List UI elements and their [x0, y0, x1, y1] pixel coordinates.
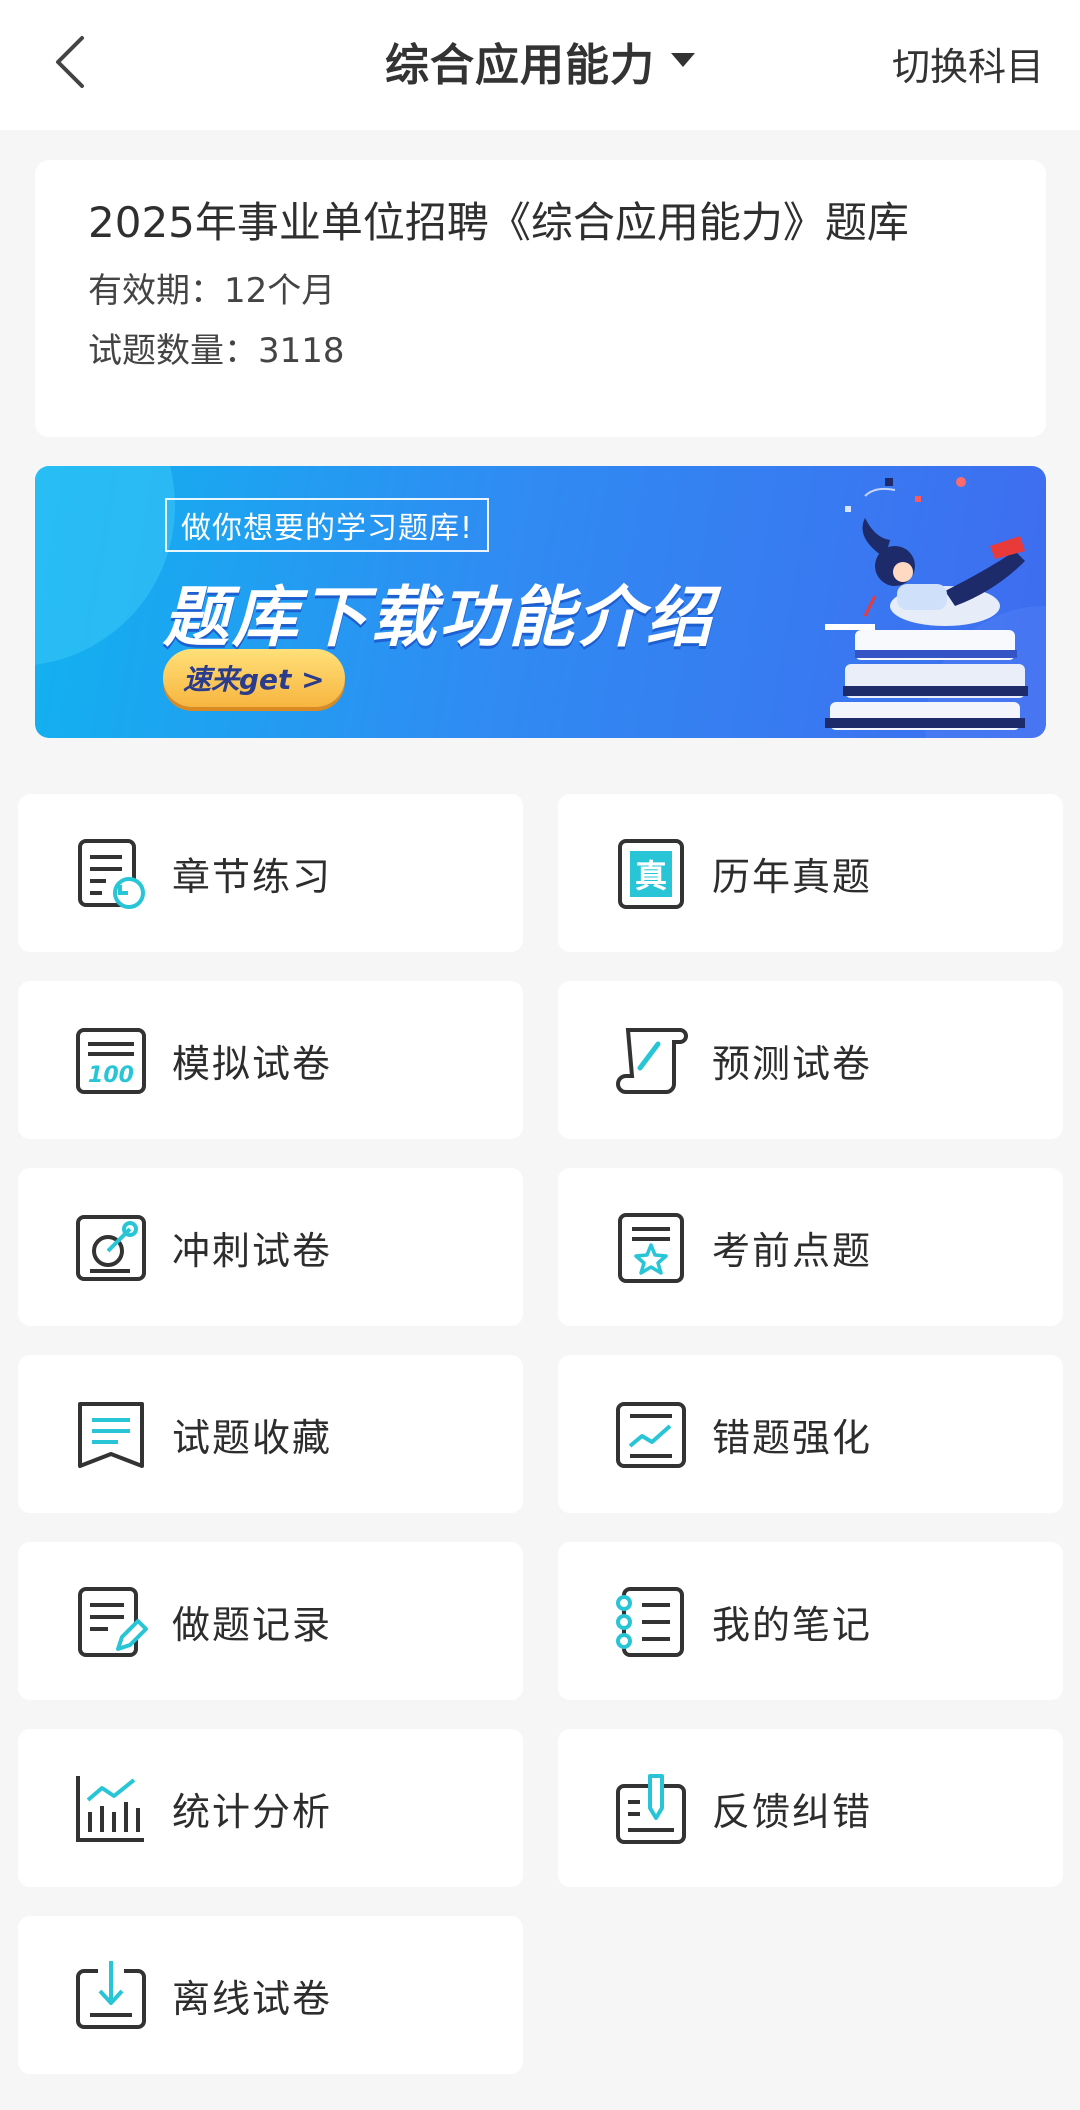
menu-item-sprint-paper[interactable]: 冲刺试卷: [18, 1168, 523, 1326]
menu-item-mock-paper[interactable]: 100 模拟试卷: [18, 981, 523, 1139]
bookmark-icon: [78, 1402, 144, 1468]
menu-label: 冲刺试卷: [172, 1228, 333, 1273]
wrong-questions-icon: [616, 1402, 686, 1468]
statistics-icon: [76, 1776, 144, 1842]
menu-item-prediction-paper[interactable]: 预测试卷: [558, 981, 1063, 1139]
menu-item-offline-paper[interactable]: 离线试卷: [18, 1916, 523, 2074]
caret-down-icon: [671, 53, 695, 67]
menu-label: 离线试卷: [172, 1976, 333, 2021]
record-icon: [78, 1587, 148, 1657]
menu-label: 历年真题: [712, 854, 873, 899]
pre-exam-tips-icon: [618, 1213, 684, 1283]
feedback-icon: [616, 1774, 686, 1844]
svg-text:100: 100: [88, 1063, 134, 1088]
menu-item-statistics[interactable]: 统计分析: [18, 1729, 523, 1887]
menu-label: 章节练习: [172, 854, 333, 899]
menu-label: 考前点题: [712, 1228, 873, 1273]
past-exam-icon: 真: [618, 839, 684, 909]
question-count-text: 试题数量：3118: [88, 330, 345, 371]
switch-subject-button[interactable]: 切换科目: [892, 36, 1044, 91]
offline-download-icon: [76, 1961, 146, 2029]
menu-item-feedback[interactable]: 反馈纠错: [558, 1729, 1063, 1887]
menu-item-wrong-questions[interactable]: 错题强化: [558, 1355, 1063, 1513]
menu-item-pre-exam-tips[interactable]: 考前点题: [558, 1168, 1063, 1326]
question-bank-info-card: 2025年事业单位招聘《综合应用能力》题库 有效期：12个月 试题数量：3118: [35, 160, 1046, 437]
mock-paper-icon: 100: [76, 1028, 146, 1094]
menu-item-chapter-practice[interactable]: 章节练习: [18, 794, 523, 952]
svg-text:真: 真: [635, 857, 667, 895]
top-nav-bar: 综合应用能力 切换科目: [0, 0, 1080, 130]
menu-label: 做题记录: [172, 1602, 333, 1647]
notes-icon: [616, 1587, 684, 1657]
menu-label: 反馈纠错: [712, 1789, 873, 1834]
menu-label: 我的笔记: [712, 1602, 873, 1647]
page-title: 综合应用能力: [385, 40, 655, 91]
menu-label: 预测试卷: [712, 1041, 873, 1086]
menu-label: 错题强化: [712, 1415, 873, 1460]
download-feature-banner[interactable]: 做你想要的学习题库! 题库下载功能介绍 速来get >: [35, 466, 1046, 738]
menu-label: 模拟试卷: [172, 1041, 333, 1086]
sprint-paper-icon: [76, 1215, 146, 1281]
menu-item-records[interactable]: 做题记录: [18, 1542, 523, 1700]
student-on-books-illustration: [825, 477, 1028, 730]
banner-subtitle: 做你想要的学习题库!: [165, 498, 490, 552]
menu-label: 试题收藏: [172, 1415, 333, 1460]
menu-item-past-exams[interactable]: 真 历年真题: [558, 794, 1063, 952]
banner-title: 题库下载功能介绍: [163, 579, 715, 656]
banner-cta-button[interactable]: 速来get >: [163, 649, 345, 707]
menu-item-my-notes[interactable]: 我的笔记: [558, 1542, 1063, 1700]
validity-text: 有效期：12个月: [88, 270, 336, 311]
menu-label: 统计分析: [172, 1789, 333, 1834]
menu-item-bookmarks[interactable]: 试题收藏: [18, 1355, 523, 1513]
chapter-practice-icon: [78, 839, 145, 909]
prediction-paper-icon: [616, 1028, 688, 1094]
bank-title: 2025年事业单位招聘《综合应用能力》题库: [88, 198, 909, 247]
